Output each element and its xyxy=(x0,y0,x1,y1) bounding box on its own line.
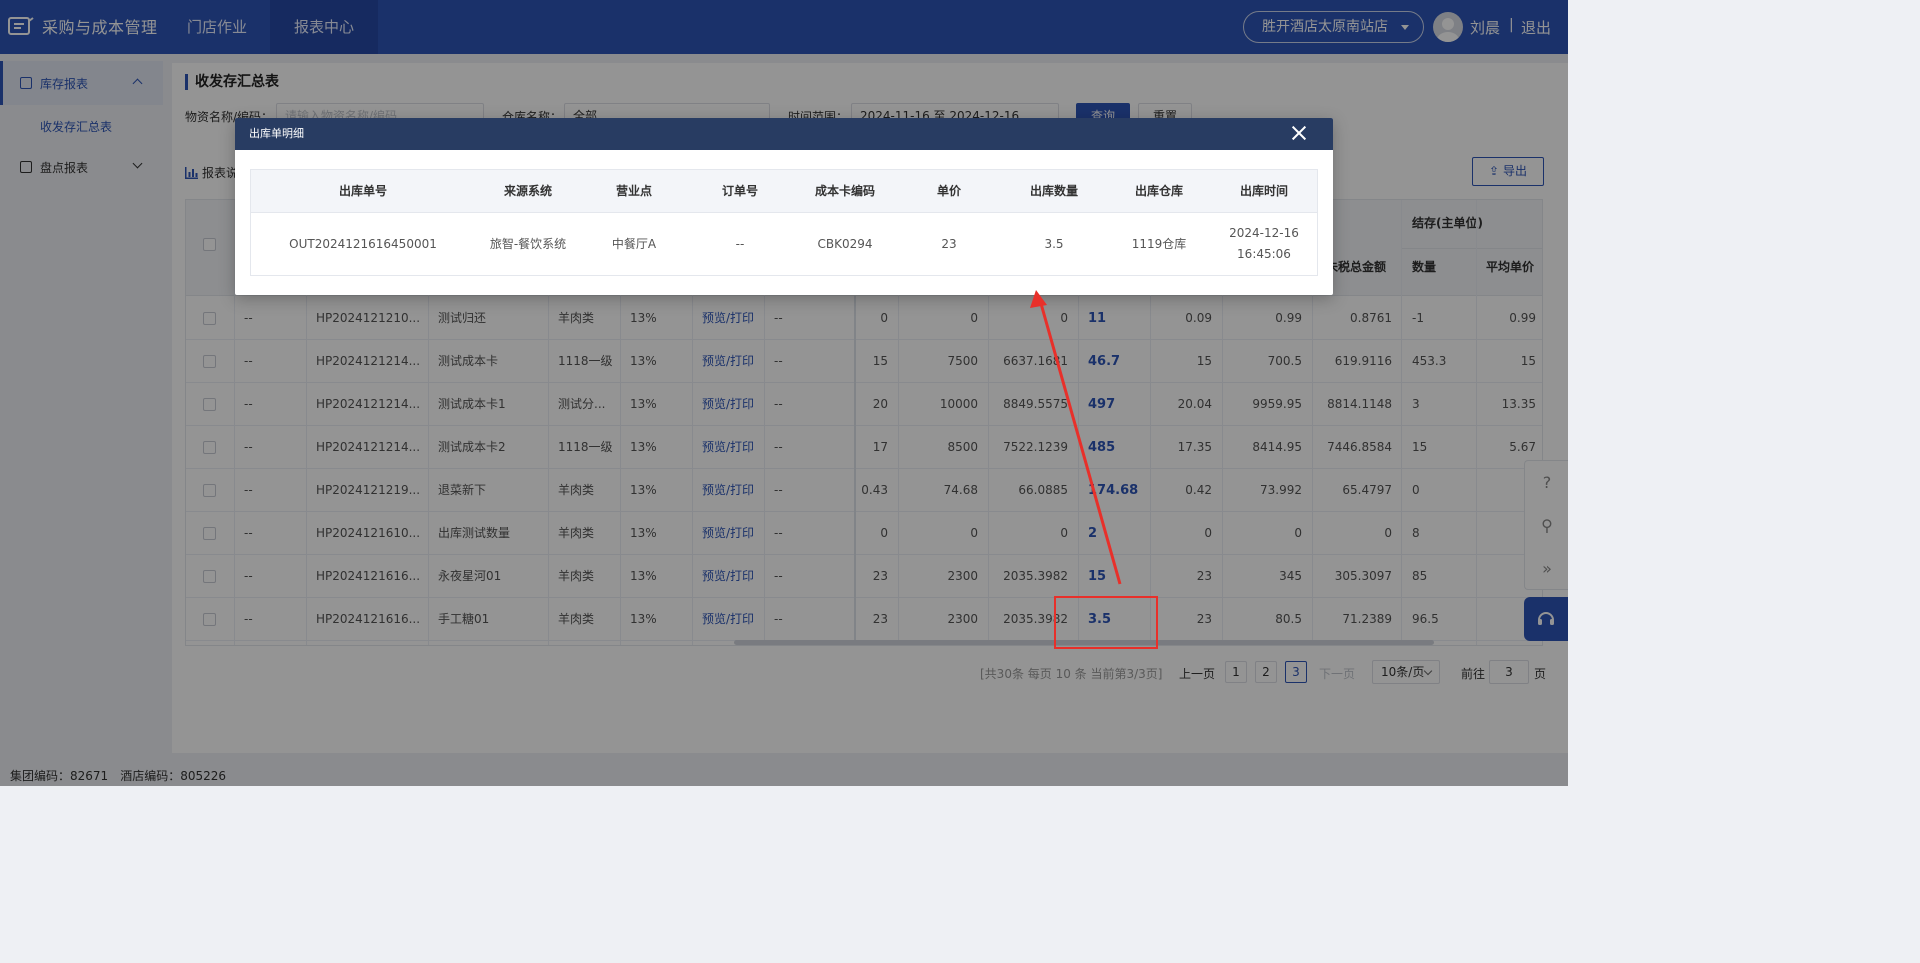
modal-cell: 1119仓库 xyxy=(1131,236,1187,251)
modal-header-cell: 出库单号 xyxy=(338,184,387,198)
annotation-highlight-box xyxy=(1054,596,1158,649)
modal-header-cell: 单价 xyxy=(936,184,961,198)
modal-cell: 2024-12-16 16:45:06 xyxy=(1229,226,1299,261)
modal-cell: 3.5 xyxy=(1044,236,1064,251)
modal-cell: CBK0294 xyxy=(817,236,873,251)
outbound-detail-modal: 出库单明细 出库单号 来源系统 营业点 订单号 成本卡编码 单价 出库数量 出库仓库 出库时间 … xyxy=(235,118,1333,295)
modal-header-cell: 成本卡编码 xyxy=(814,184,875,198)
modal-title: 出库单明细 xyxy=(249,127,304,140)
outbound-table-header: 出库单号 来源系统 营业点 订单号 成本卡编码 单价 出库数量 出库仓库 出库时间 xyxy=(251,170,1317,213)
close-icon[interactable] xyxy=(1291,125,1307,141)
modal-cell: 旅智-餐饮系统 xyxy=(489,236,567,251)
modal-header: 出库单明细 xyxy=(235,118,1333,150)
outbound-detail-table: 出库单号 来源系统 营业点 订单号 成本卡编码 单价 出库数量 出库仓库 出库时间 OUT202… xyxy=(250,169,1318,276)
modal-header-cell: 出库数量 xyxy=(1029,184,1078,198)
modal-header-cell: 来源系统 xyxy=(503,184,552,198)
modal-cell: OUT2024121616450001 xyxy=(289,236,437,251)
modal-header-cell: 营业点 xyxy=(615,184,652,198)
modal-cell: 23 xyxy=(941,236,957,251)
modal-cell: -- xyxy=(735,236,745,251)
modal-header-cell: 出库仓库 xyxy=(1134,184,1183,198)
modal-header-cell: 出库时间 xyxy=(1239,184,1288,198)
modal-header-cell: 订单号 xyxy=(721,184,758,198)
modal-cell: 中餐厅A xyxy=(611,236,657,251)
